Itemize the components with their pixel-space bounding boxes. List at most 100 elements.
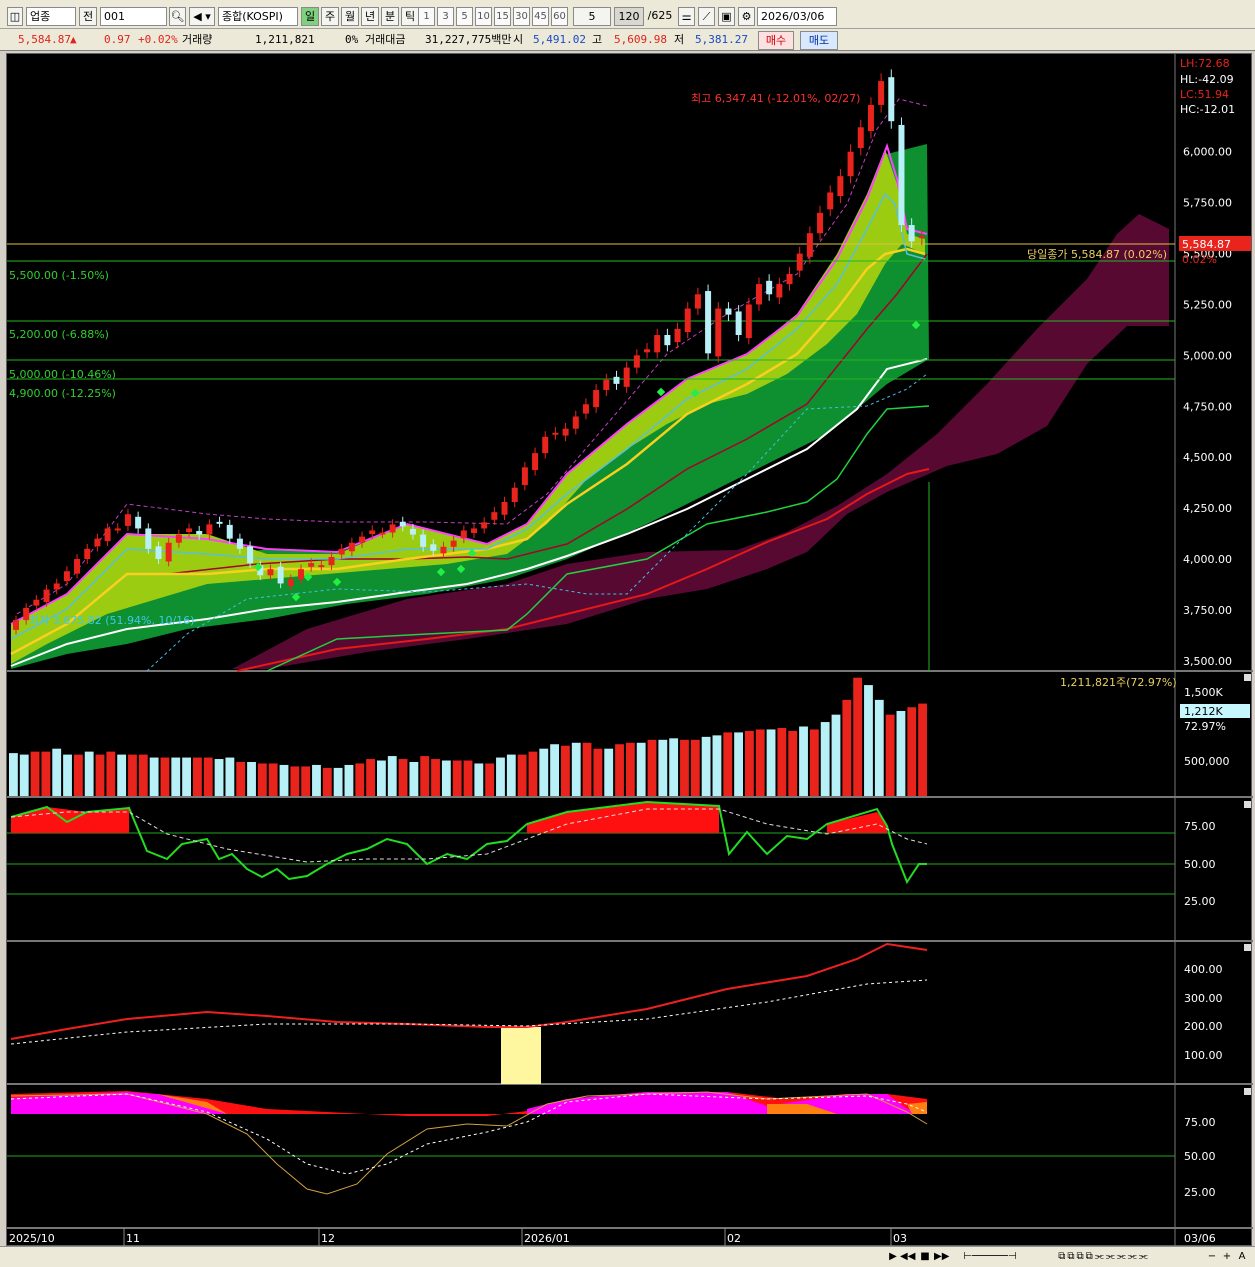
interval-btn-7[interactable]: 60 <box>551 7 568 26</box>
volume-title: 1,211,821주(72.97%) <box>1060 676 1177 689</box>
candle <box>124 514 131 526</box>
stop-icon[interactable]: ■ <box>918 1250 932 1264</box>
period-tab-2[interactable]: 월 <box>341 7 359 26</box>
volume-bar <box>366 759 375 796</box>
zoom-slider[interactable]: ⊢──────⊣ <box>955 1250 1025 1264</box>
gear-icon[interactable]: ⚙ <box>738 7 755 26</box>
volume-bar <box>474 763 484 796</box>
candle <box>409 528 416 535</box>
volume-bar <box>506 754 516 796</box>
interval-btn-1[interactable]: 3 <box>437 7 454 26</box>
speaker-icon[interactable]: ◀ ▾ <box>189 7 215 26</box>
osc1-tick-3: 25.00 <box>1184 895 1216 908</box>
save-icon[interactable]: ▣ <box>718 7 735 26</box>
drawing-tools[interactable]: ⧉⧉⧉⧉⫘⫘⫘⫘⫘ <box>1034 1250 1174 1264</box>
candle <box>572 416 579 429</box>
layout-icon[interactable]: ◫ <box>7 7 23 26</box>
period-tab-5[interactable]: 틱 <box>401 7 419 26</box>
candle-icon[interactable]: ⚌ <box>678 7 695 26</box>
candle <box>94 538 101 547</box>
oscillator-3: 75.00 50.00 25.00 <box>7 1088 1251 1199</box>
search-icon[interactable]: 🔍︎ <box>169 7 186 26</box>
volume-bar <box>30 751 40 796</box>
osc2-tick-3: 200.00 <box>1184 1020 1223 1033</box>
current-price: 5,584.87 <box>18 33 71 46</box>
toolbar: ◫ 업종 전 001 🔍︎ ◀ ▾ 종합(KOSPI) 5 120 /625 ⚌… <box>0 0 1255 29</box>
forward-icon[interactable]: ▶▶ <box>934 1250 949 1264</box>
volume-bar <box>777 727 787 796</box>
period-tab-0[interactable]: 일 <box>301 7 319 26</box>
interval-btn-4[interactable]: 15 <box>494 7 511 26</box>
minus-icon[interactable]: − <box>1205 1250 1219 1264</box>
stat-hl: HL:-42.09 <box>1180 73 1234 86</box>
price-axis: 6,000.005,750.005,500.005,250.005,000.00… <box>1183 146 1232 668</box>
volume-bar <box>734 732 743 796</box>
osc2-tick-2: 300.00 <box>1184 992 1223 1005</box>
buy-button[interactable]: 매수 <box>758 31 794 50</box>
osc2-tick-4: 100.00 <box>1184 1049 1223 1062</box>
date-label-6: 03/06 <box>1184 1232 1216 1245</box>
interval-select[interactable]: 5 <box>573 7 611 26</box>
line-icon[interactable]: ⟋ <box>698 7 715 26</box>
volume-bar <box>799 726 808 796</box>
candle <box>399 521 406 527</box>
volume-bar <box>63 754 72 796</box>
candle <box>460 530 467 539</box>
interval-btn-5[interactable]: 30 <box>513 7 530 26</box>
price-tick-0: 6,000.00 <box>1183 146 1232 159</box>
prefix-button[interactable]: 전 <box>79 7 97 26</box>
osc3-tick-1: 75.00 <box>1184 1116 1216 1129</box>
candle <box>623 367 630 387</box>
candle <box>501 501 508 515</box>
volume-bar <box>831 714 841 796</box>
rewind-icon[interactable]: ◀◀ <box>900 1250 915 1264</box>
open-label: 시 <box>513 33 524 46</box>
interval-btn-3[interactable]: 10 <box>475 7 492 26</box>
interval-btn-2[interactable]: 5 <box>456 7 473 26</box>
market-select[interactable]: 업종 <box>26 7 76 26</box>
candle <box>369 530 376 535</box>
interval-btn-0[interactable]: 1 <box>418 7 435 26</box>
candle <box>206 524 213 535</box>
code-input[interactable]: 001 <box>100 7 167 26</box>
volume-bar <box>604 748 614 796</box>
low-label: 저 <box>674 33 685 46</box>
date-label-4: 02 <box>727 1232 741 1245</box>
plus-icon[interactable]: + <box>1220 1250 1234 1264</box>
period-tab-4[interactable]: 분 <box>381 7 399 26</box>
font-icon[interactable]: A <box>1235 1250 1249 1264</box>
volume-bar <box>517 754 527 796</box>
interval-btn-6[interactable]: 45 <box>532 7 549 26</box>
candle <box>186 528 193 533</box>
change-value: 0.97 <box>104 33 131 46</box>
price-tick-6: 4,500.00 <box>1183 451 1232 464</box>
close-tag-text: 5,584.87 <box>1182 238 1231 251</box>
candle <box>857 127 864 149</box>
period-tab-3[interactable]: 년 <box>361 7 379 26</box>
date-input[interactable]: 2026/03/06 <box>757 7 837 26</box>
vol-tick-1: 1,500K <box>1184 686 1223 699</box>
volume-bar <box>171 757 181 796</box>
volume-bar <box>236 761 246 796</box>
volume-bar <box>593 748 603 796</box>
date-label-0: 2025/10 <box>9 1232 55 1245</box>
play-icon[interactable]: ▶ <box>886 1250 900 1264</box>
chart-area[interactable]: 6,000.00 5,750.00 5,500.00 5,250.00 5,000.00… <box>6 53 1253 1247</box>
price-tick-7: 4,250.00 <box>1183 502 1232 515</box>
candle <box>236 538 243 549</box>
sell-button[interactable]: 매도 <box>800 31 838 50</box>
candle <box>420 534 427 547</box>
candle <box>348 542 355 552</box>
volume-bar <box>247 761 256 796</box>
candle <box>84 548 91 560</box>
candle <box>114 528 121 531</box>
candle <box>308 563 315 567</box>
count-input[interactable]: 120 <box>614 7 644 26</box>
volume-bar <box>528 751 538 796</box>
period-tab-1[interactable]: 주 <box>321 7 339 26</box>
date-axis: 2025/10 11 12 2026/01 02 03 03/06 <box>9 1228 1216 1247</box>
chart-controls: ▶ ◀◀ ■ ▶▶ ⊢──────⊣ ⧉⧉⧉⧉⫘⫘⫘⫘⫘ − + A <box>0 1246 1255 1267</box>
volume-bar <box>117 754 127 796</box>
volume-bar <box>539 748 549 796</box>
volume-bar <box>463 760 473 796</box>
